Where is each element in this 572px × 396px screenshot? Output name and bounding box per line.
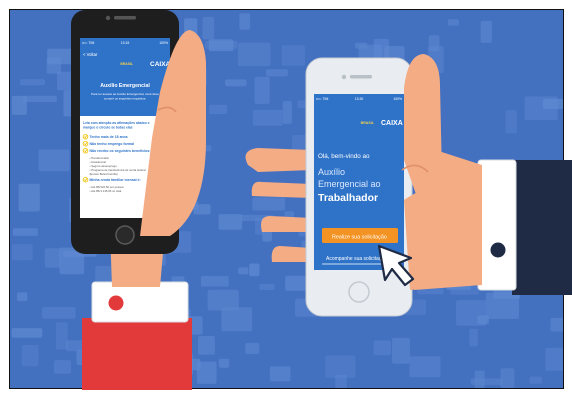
- right-status-time: 13:30: [355, 97, 364, 101]
- background-block: [209, 104, 227, 114]
- right-phone-home-button[interactable]: [348, 281, 370, 303]
- background-block: [12, 228, 38, 236]
- left-intro-line1: Para ter acesso ao Auxílio Emergencial, …: [91, 92, 159, 96]
- left-intro-line2: cumprir os seguintes requisitos:: [104, 97, 146, 101]
- right-brand-caixa: CAIXA: [381, 120, 403, 127]
- right-brand-gov: BRASIL: [361, 121, 375, 125]
- background-block: [54, 360, 72, 374]
- background-block: [22, 95, 57, 102]
- left-status-time: 13:15: [121, 41, 130, 45]
- background-block: [202, 16, 215, 40]
- left-status-battery: 100%: [159, 41, 168, 45]
- left-screen-title: Auxílio Emergencial: [100, 83, 150, 89]
- background-block: [252, 197, 286, 211]
- right-phone: •••○ TIM 13:30 100% BRASIL CAIXA Olá, be…: [305, 57, 413, 317]
- background-block: [529, 376, 542, 384]
- title-line1: Auxílio: [318, 167, 345, 177]
- right-sleeve: [512, 160, 572, 295]
- left-sleeve: [82, 318, 192, 390]
- background-block: [238, 267, 249, 275]
- right-palm: [404, 186, 452, 290]
- greeting: Olá, bem-vindo ao: [318, 153, 370, 160]
- left-screen-header: [80, 38, 170, 116]
- left-cuff: [91, 281, 189, 323]
- background-block: [456, 300, 487, 326]
- background-block: [221, 307, 253, 332]
- right-cuff: [477, 159, 517, 291]
- background-block: [469, 328, 478, 347]
- right-phone-camera: [341, 74, 347, 80]
- background-block: [259, 284, 275, 290]
- background-block: [282, 101, 292, 124]
- background-block: [21, 345, 39, 367]
- background-block: [480, 20, 492, 43]
- background-block: [205, 40, 238, 49]
- cuff-button: [108, 295, 124, 311]
- primary-button-label[interactable]: Realize sua solicitação: [332, 235, 387, 241]
- secondary-button-label[interactable]: Acompanhe sua solicitação: [326, 256, 387, 262]
- right-status-carrier: •••○ TIM: [316, 97, 329, 101]
- left-phone-home-button[interactable]: [115, 225, 135, 245]
- back-link[interactable]: < Voltar: [83, 52, 98, 57]
- background-block: [254, 76, 270, 104]
- background-block: [269, 366, 291, 382]
- left-section-line1: Leia com atenção as afirmações abaixo e: [83, 121, 150, 125]
- title-line2: Emergencial ao: [318, 179, 381, 189]
- background-block: [42, 307, 76, 319]
- background-block: [249, 263, 260, 277]
- left-phone-speaker: [114, 16, 136, 20]
- background-block: [392, 337, 410, 364]
- background-block: [18, 183, 40, 212]
- background-block: [198, 336, 215, 355]
- left-brand-gov: BRASIL: [120, 62, 133, 66]
- background-block: [225, 79, 247, 87]
- left-section-line2: marque o círculo se todas elas: [83, 126, 133, 130]
- checklist-item: Não recebo os seguintes benefícios:: [90, 149, 151, 153]
- scene: •••○ TIM 13:15 100% < Voltar BRASIL CAIX…: [0, 0, 572, 396]
- background-block: [373, 340, 391, 356]
- background-block: [38, 149, 70, 172]
- background-block: [55, 322, 68, 350]
- background-block: [505, 110, 517, 134]
- background-block: [325, 355, 356, 378]
- background-block: [11, 95, 27, 115]
- background-block: [358, 44, 382, 59]
- background-block: [500, 368, 515, 388]
- background-block: [200, 276, 229, 287]
- background-block: [17, 292, 28, 302]
- background-block: [447, 19, 459, 26]
- checklist-item: Minha renda familiar mensal é:: [90, 178, 141, 182]
- background-block: [12, 244, 33, 261]
- background-block: [245, 343, 260, 354]
- left-phone-camera: [105, 15, 111, 21]
- cuff-button-right: [490, 242, 506, 258]
- background-block: [470, 378, 503, 386]
- checklist-item: Não tenho emprego formal: [90, 142, 135, 146]
- background-block: [239, 13, 251, 30]
- background-block: [218, 358, 230, 368]
- right-phone-speaker: [350, 75, 372, 79]
- right-status-battery: 100%: [393, 97, 402, 101]
- background-block: [11, 328, 43, 338]
- background-block: [218, 214, 243, 230]
- primary-button[interactable]: Realize sua solicitação: [322, 228, 398, 243]
- background-block: [292, 135, 307, 150]
- checklist-item: Tenho mais de 18 anos: [90, 135, 128, 139]
- background-block: [409, 356, 441, 378]
- background-block: [281, 45, 305, 66]
- background-block: [44, 248, 61, 268]
- left-status-carrier: •••○ TIM: [82, 41, 95, 45]
- title-line3: Trabalhador: [318, 192, 378, 204]
- benefit-line: (Exceto Bolsa Família): [90, 172, 118, 176]
- background-block: [265, 69, 288, 77]
- background-block: [252, 109, 283, 126]
- income-line: • Até R$ 3.135,00 no total: [90, 189, 122, 193]
- background-block: [20, 79, 45, 86]
- background-block: [193, 204, 211, 215]
- background-block: [237, 42, 271, 67]
